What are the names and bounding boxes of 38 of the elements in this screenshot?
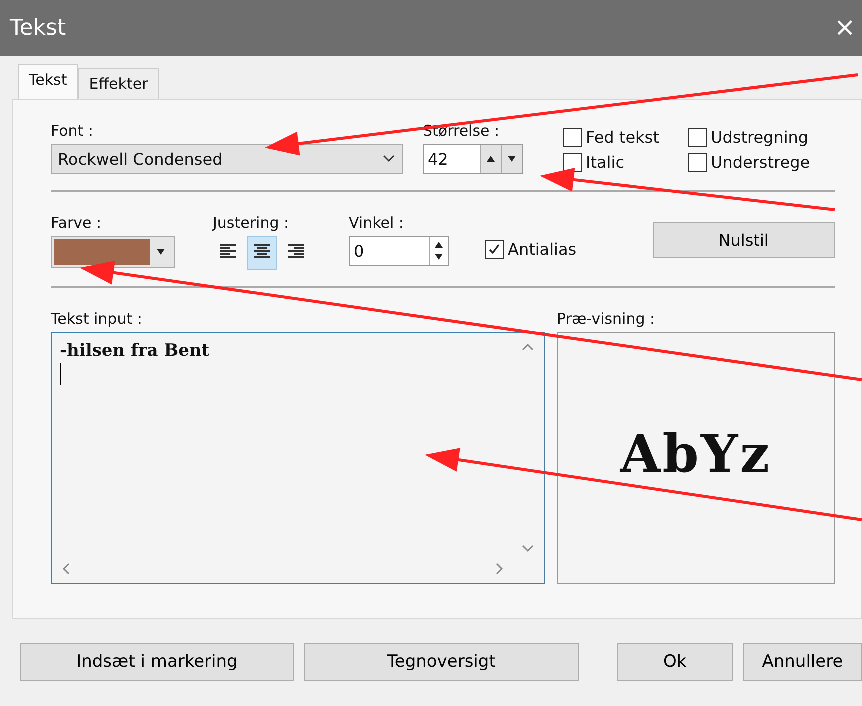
reset-button[interactable]: Nulstil <box>652 222 835 258</box>
chevron-icon <box>382 154 396 164</box>
close-button[interactable]: × <box>828 13 862 43</box>
dialog-button[interactable]: Ok <box>616 643 734 681</box>
text-input-field[interactable]: -hilsen fra Bent <box>51 332 545 584</box>
size-field[interactable]: 42 <box>423 144 523 174</box>
checkbox[interactable]: Udstregning <box>688 128 828 147</box>
scroll-left-icon[interactable] <box>62 563 70 575</box>
field-label: Font : <box>51 122 94 140</box>
field-label: Størrelse : <box>423 122 501 140</box>
dialog-button[interactable]: Tegnoversigt <box>304 643 579 681</box>
scroll-right-icon[interactable] <box>496 563 504 575</box>
checkbox[interactable]: Antialias <box>485 240 577 259</box>
preview-text: AbYz <box>620 423 772 487</box>
checkbox[interactable]: Italic <box>563 153 688 172</box>
field-label: Vinkel : <box>349 214 405 232</box>
field-label: Justering : <box>213 214 290 232</box>
checkmark-icon <box>488 243 501 256</box>
tab[interactable]: Tekst <box>18 64 78 99</box>
tab[interactable]: Effekter <box>78 68 160 99</box>
field-label: Farve : <box>51 214 103 232</box>
scroll-up-icon[interactable] <box>522 343 534 351</box>
caret-icon[interactable] <box>157 249 165 255</box>
font-dropdown[interactable]: Rockwell Condensed <box>51 144 403 174</box>
checkbox[interactable]: Fed tekst <box>563 128 688 147</box>
caret-icon[interactable] <box>508 156 516 162</box>
dialog-button[interactable]: Annullere <box>743 643 862 681</box>
window-title: Tekst <box>10 16 66 40</box>
angle-field[interactable]: 0 <box>349 236 449 266</box>
align-icon[interactable] <box>247 236 277 270</box>
field-label: Tekst input : <box>51 310 144 328</box>
scroll-down-icon[interactable] <box>522 545 534 553</box>
color-dropdown[interactable] <box>51 236 175 268</box>
checkbox[interactable]: Understrege <box>688 153 828 172</box>
field-label: Præ-visning : <box>557 310 656 328</box>
spin-icon[interactable] <box>435 240 443 262</box>
up-arrow-icon[interactable] <box>487 156 495 162</box>
dialog-button[interactable]: Indsæt i markering <box>20 643 294 681</box>
